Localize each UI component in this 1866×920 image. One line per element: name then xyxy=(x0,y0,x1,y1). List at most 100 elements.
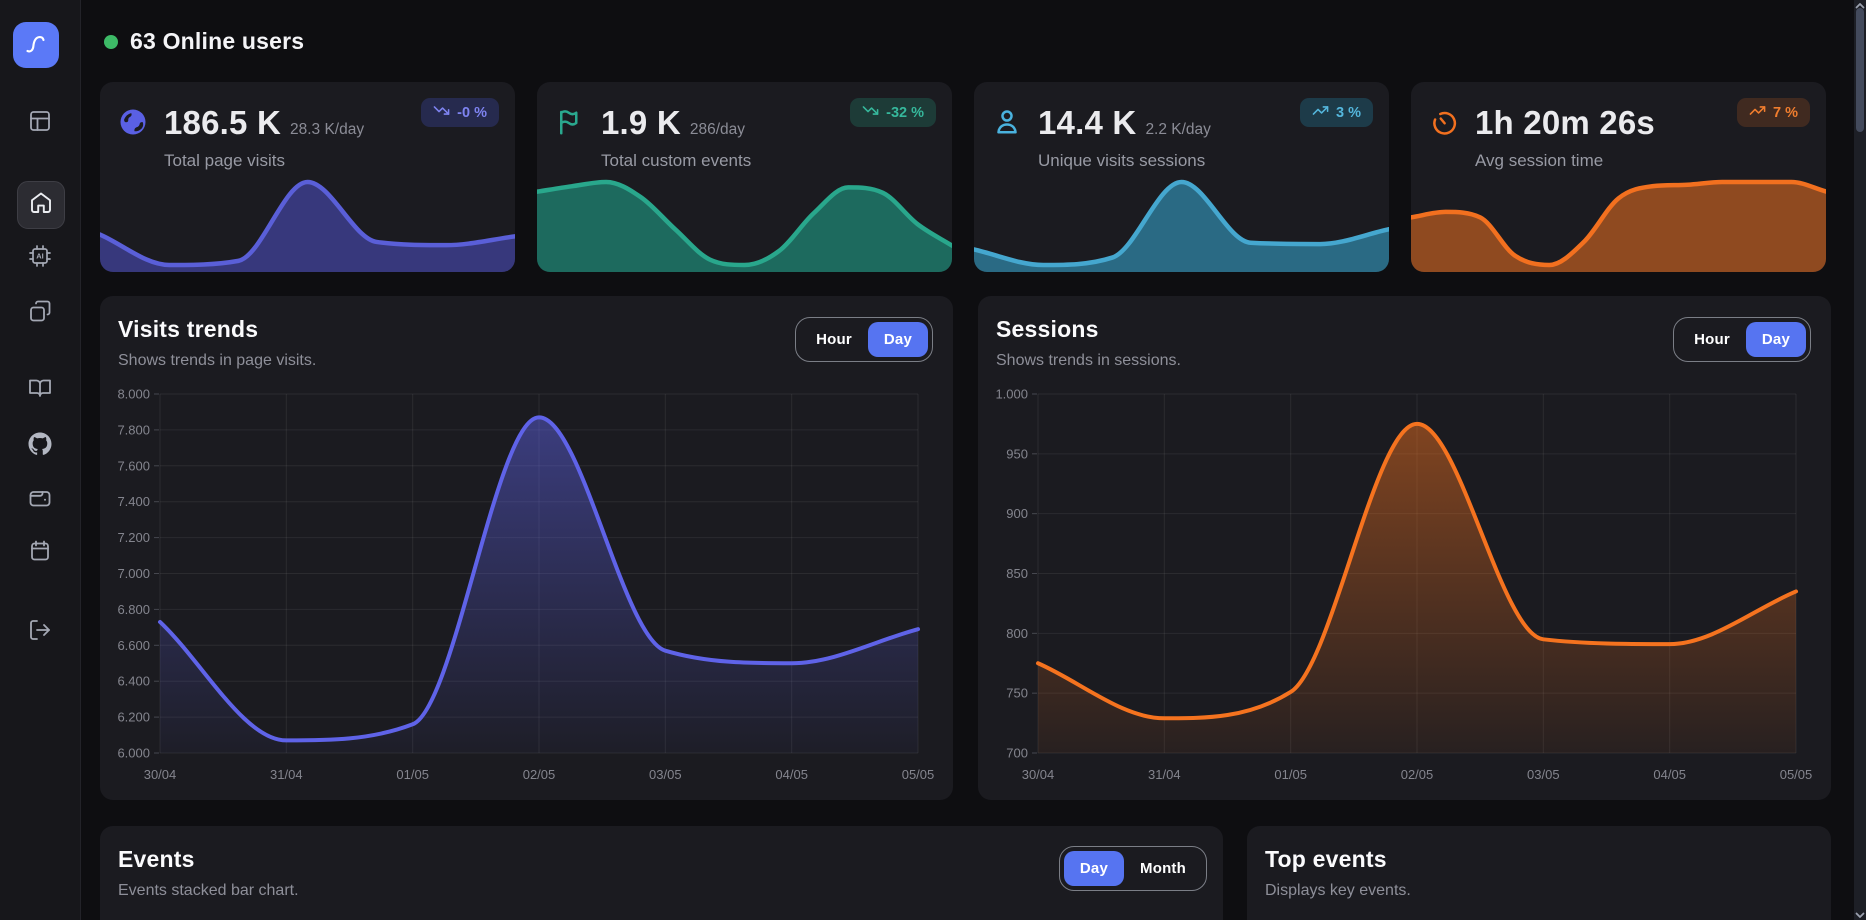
interval-toggle: Hour Day xyxy=(1673,317,1811,362)
toggle-day-button[interactable]: Day xyxy=(1746,322,1806,357)
svg-text:6.000: 6.000 xyxy=(117,746,150,761)
svg-text:31/04: 31/04 xyxy=(1148,767,1181,782)
online-status-dot xyxy=(104,35,118,49)
svg-text:6.200: 6.200 xyxy=(117,710,150,725)
svg-text:03/05: 03/05 xyxy=(1527,767,1560,782)
scrollbar-thumb[interactable] xyxy=(1856,8,1864,132)
svg-text:850: 850 xyxy=(1006,566,1028,581)
stat-value: 1h 20m 26s xyxy=(1475,104,1655,142)
timer-icon xyxy=(1429,107,1459,137)
sidebar-item-calendar[interactable] xyxy=(28,541,52,565)
panel-subtitle: Events stacked bar chart. xyxy=(118,882,1203,900)
svg-text:01/05: 01/05 xyxy=(1274,767,1307,782)
toggle-month-button[interactable]: Month xyxy=(1124,851,1202,886)
trend-badge: 7 % xyxy=(1737,98,1810,127)
sidebar-item-home[interactable] xyxy=(17,181,65,229)
svg-text:05/05: 05/05 xyxy=(902,767,935,782)
svg-text:800: 800 xyxy=(1006,626,1028,641)
sidebar-item-billing[interactable] xyxy=(28,488,52,512)
github-icon xyxy=(28,432,52,461)
app-logo[interactable] xyxy=(13,22,59,68)
svg-text:01/05: 01/05 xyxy=(396,767,429,782)
sidebar-item-logout[interactable] xyxy=(28,620,52,644)
svg-text:750: 750 xyxy=(1006,686,1028,701)
flag-icon xyxy=(555,107,585,137)
stat-card-unique-sessions: 14.4 K 2.2 K/day Unique visits sessions … xyxy=(974,82,1389,272)
svg-text:30/04: 30/04 xyxy=(144,767,177,782)
svg-text:7.200: 7.200 xyxy=(117,530,150,545)
svg-text:05/05: 05/05 xyxy=(1780,767,1813,782)
vertical-scrollbar[interactable] xyxy=(1854,0,1866,920)
stat-card-custom-events: 1.9 K 286/day Total custom events -32 % xyxy=(537,82,952,272)
panel-title: Events xyxy=(118,846,1203,873)
toggle-hour-button[interactable]: Hour xyxy=(800,322,868,357)
wallet-icon xyxy=(28,486,52,515)
svg-text:7.000: 7.000 xyxy=(117,566,150,581)
stat-value: 14.4 K xyxy=(1038,104,1136,142)
svg-text:AI: AI xyxy=(36,251,44,260)
toggle-hour-button[interactable]: Hour xyxy=(1678,322,1746,357)
interval-toggle: Hour Day xyxy=(795,317,933,362)
copy-icon xyxy=(28,299,52,328)
sessions-chart: 1.00095090085080075070030/0431/0401/0502… xyxy=(990,386,1819,788)
stat-rate: 28.3 K/day xyxy=(290,121,364,139)
badge-value: 3 % xyxy=(1336,105,1361,121)
avg-session-sparkline xyxy=(1411,172,1826,272)
badge-value: -0 % xyxy=(457,105,487,121)
visits-trends-chart: 8.0007.8007.6007.4007.2007.0006.8006.600… xyxy=(112,386,941,788)
custom-events-sparkline xyxy=(537,172,952,272)
trending-up-icon xyxy=(1749,102,1766,123)
trending-down-icon xyxy=(433,102,450,123)
badge-value: -32 % xyxy=(886,105,924,121)
events-panel: Events Events stacked bar chart. Day Mon… xyxy=(100,826,1223,920)
toggle-day-button[interactable]: Day xyxy=(868,322,928,357)
trend-badge: -0 % xyxy=(421,98,499,127)
stat-label: Unique visits sessions xyxy=(1038,151,1211,171)
svg-text:7.400: 7.400 xyxy=(117,494,150,509)
svg-text:02/05: 02/05 xyxy=(1401,767,1434,782)
sidebar-item-ai[interactable]: AI xyxy=(28,246,52,270)
stat-card-avg-session-time: 1h 20m 26s Avg session time 7 % xyxy=(1411,82,1826,272)
trending-up-icon xyxy=(1312,102,1329,123)
sidebar-item-github[interactable] xyxy=(28,434,52,458)
svg-text:6.600: 6.600 xyxy=(117,638,150,653)
interval-toggle: Day Month xyxy=(1059,846,1207,891)
stat-label: Total custom events xyxy=(601,151,751,171)
svg-text:04/05: 04/05 xyxy=(775,767,808,782)
trend-badge: 3 % xyxy=(1300,98,1373,127)
analytics-dashboard: AI xyxy=(0,0,1866,920)
stat-value: 186.5 K xyxy=(164,104,281,142)
svg-text:6.400: 6.400 xyxy=(117,674,150,689)
sidebar: AI xyxy=(0,0,81,920)
svg-text:04/05: 04/05 xyxy=(1653,767,1686,782)
svg-text:7.600: 7.600 xyxy=(117,458,150,473)
svg-text:31/04: 31/04 xyxy=(270,767,303,782)
sidebar-item-pages[interactable] xyxy=(28,301,52,325)
svg-text:1.000: 1.000 xyxy=(995,387,1028,402)
sidebar-item-docs[interactable] xyxy=(28,378,52,402)
scroll-down-icon[interactable] xyxy=(1854,910,1866,920)
calendar-icon xyxy=(28,539,52,568)
sessions-panel: Sessions Shows trends in sessions. Hour … xyxy=(978,296,1831,800)
svg-text:03/05: 03/05 xyxy=(649,767,682,782)
logo-curve-icon xyxy=(21,28,51,63)
toggle-day-button[interactable]: Day xyxy=(1064,851,1124,886)
logout-icon xyxy=(28,618,52,647)
svg-text:7.800: 7.800 xyxy=(117,422,150,437)
stat-rate: 286/day xyxy=(690,121,745,139)
trending-down-icon xyxy=(862,102,879,123)
svg-text:30/04: 30/04 xyxy=(1022,767,1055,782)
stat-label: Total page visits xyxy=(164,151,364,171)
home-icon xyxy=(29,191,53,220)
svg-text:02/05: 02/05 xyxy=(523,767,556,782)
svg-text:950: 950 xyxy=(1006,446,1028,461)
panel-subtitle: Displays key events. xyxy=(1265,882,1811,900)
stat-value: 1.9 K xyxy=(601,104,681,142)
stat-label: Avg session time xyxy=(1475,151,1664,171)
book-open-icon xyxy=(28,376,52,405)
svg-text:6.800: 6.800 xyxy=(117,602,150,617)
sidebar-item-dashboard[interactable] xyxy=(28,111,52,135)
online-users-header: 63 Online users xyxy=(104,28,304,55)
panel-title: Top events xyxy=(1265,846,1811,873)
trend-badge: -32 % xyxy=(850,98,936,127)
